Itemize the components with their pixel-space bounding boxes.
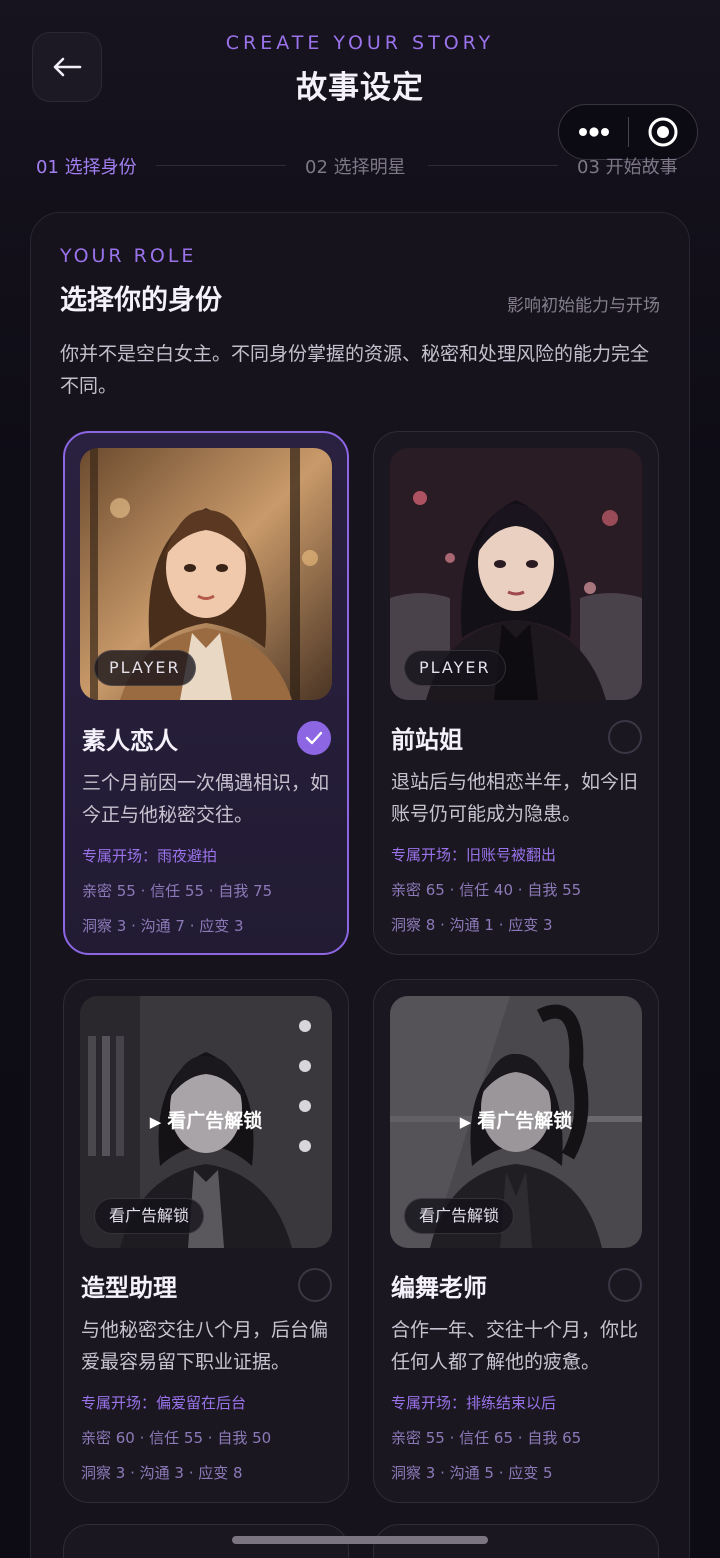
card-skills: 洞察 3 · 沟通 7 · 应变 3 xyxy=(82,917,244,935)
mini-program-capsule xyxy=(558,104,698,160)
select-radio[interactable] xyxy=(608,1268,642,1302)
step-2: 02 选择明星 xyxy=(305,157,406,178)
step-3: 03 开始故事 xyxy=(577,157,678,178)
unlock-label: 看广告解锁 xyxy=(167,1110,263,1132)
card-description: 退站后与他相恋半年，如今旧账号仍可能成为隐患。 xyxy=(391,771,639,825)
card-opening: 专属开场：排练结束以后 xyxy=(391,1394,557,1412)
header-subtitle: CREATE YOUR STORY xyxy=(225,32,495,54)
card-skills: 洞察 3 · 沟通 5 · 应变 5 xyxy=(391,1464,553,1482)
card-title: 前站姐 xyxy=(391,726,463,754)
card-stats: 亲密 55 · 信任 55 · 自我 75 xyxy=(82,882,273,900)
card-description: 合作一年、交往十个月，你比任何人都了解他的疲惫。 xyxy=(391,1319,639,1373)
card-stats: 亲密 65 · 信任 40 · 自我 55 xyxy=(391,881,582,899)
step-1: 01 选择身份 xyxy=(36,157,137,178)
unlock-overlay[interactable]: ▶ 看广告解锁 xyxy=(390,1106,642,1133)
select-radio[interactable] xyxy=(608,720,642,754)
selected-check[interactable] xyxy=(297,721,331,755)
role-title: 选择你的身份 xyxy=(60,285,222,316)
play-icon: ▶ xyxy=(459,1113,472,1131)
player-badge: PLAYER xyxy=(404,650,506,686)
card-description: 三个月前因一次偶遇相识，如今正与他秘密交往。 xyxy=(82,772,330,826)
card-opening: 专属开场：雨夜避拍 xyxy=(82,847,218,865)
role-card-amateur-lover[interactable]: PLAYER 素人恋人 三个月前因一次偶遇相识，如今正与他秘密交往。 专属开场：… xyxy=(63,431,349,955)
role-card-choreographer[interactable]: ▶ 看广告解锁 看广告解锁 编舞老师 合作一年、交往十个月，你比任何人都了解他的疲… xyxy=(373,979,659,1503)
more-button[interactable] xyxy=(559,105,628,159)
more-dots-icon xyxy=(578,127,609,137)
role-eyebrow: YOUR ROLE xyxy=(60,245,197,267)
card-title: 造型助理 xyxy=(81,1274,177,1302)
locked-badge: 看广告解锁 xyxy=(94,1198,205,1234)
target-circle-icon xyxy=(648,117,678,147)
role-description: 你并不是空白女主。不同身份掌握的资源、秘密和处理风险的能力完全不同。 xyxy=(60,343,650,397)
portrait-image: PLAYER xyxy=(80,448,332,700)
role-card-stylist-assistant[interactable]: ▶ 看广告解锁 看广告解锁 造型助理 与他秘密交往八个月，后台偏爱最容易留下职业证… xyxy=(63,979,349,1503)
step-divider xyxy=(156,165,286,166)
unlock-label: 看广告解锁 xyxy=(477,1110,573,1132)
step-divider xyxy=(428,165,558,166)
story-setup-screen: CREATE YOUR STORY 故事设定 01 选择身份 02 选择明星 0… xyxy=(0,0,720,1558)
card-opening: 专属开场：旧账号被翻出 xyxy=(391,846,557,864)
card-skills: 洞察 3 · 沟通 3 · 应变 8 xyxy=(81,1464,243,1482)
play-icon: ▶ xyxy=(149,1113,162,1131)
portrait-image: ▶ 看广告解锁 看广告解锁 xyxy=(80,996,332,1248)
card-skills: 洞察 8 · 沟通 1 · 应变 3 xyxy=(391,916,553,934)
card-title: 素人恋人 xyxy=(82,727,178,755)
role-hint: 影响初始能力与开场 xyxy=(507,296,660,316)
card-opening: 专属开场：偏爱留在后台 xyxy=(81,1394,247,1412)
card-title: 编舞老师 xyxy=(391,1274,487,1302)
card-stats: 亲密 60 · 信任 55 · 自我 50 xyxy=(81,1429,272,1447)
check-icon xyxy=(305,731,323,745)
close-mini-program-button[interactable] xyxy=(629,105,697,159)
home-indicator[interactable] xyxy=(232,1536,488,1544)
portrait-image: ▶ 看广告解锁 看广告解锁 xyxy=(390,996,642,1248)
card-stats: 亲密 55 · 信任 65 · 自我 65 xyxy=(391,1429,582,1447)
player-badge: PLAYER xyxy=(94,650,196,686)
locked-badge: 看广告解锁 xyxy=(404,1198,515,1234)
unlock-overlay[interactable]: ▶ 看广告解锁 xyxy=(80,1106,332,1133)
card-description: 与他秘密交往八个月，后台偏爱最容易留下职业证据。 xyxy=(81,1319,329,1373)
select-radio[interactable] xyxy=(298,1268,332,1302)
page-title: 故事设定 xyxy=(296,70,424,106)
portrait-image: PLAYER xyxy=(390,448,642,700)
role-card-ex-fansite[interactable]: PLAYER 前站姐 退站后与他相恋半年，如今旧账号仍可能成为隐患。 专属开场：… xyxy=(373,431,659,955)
